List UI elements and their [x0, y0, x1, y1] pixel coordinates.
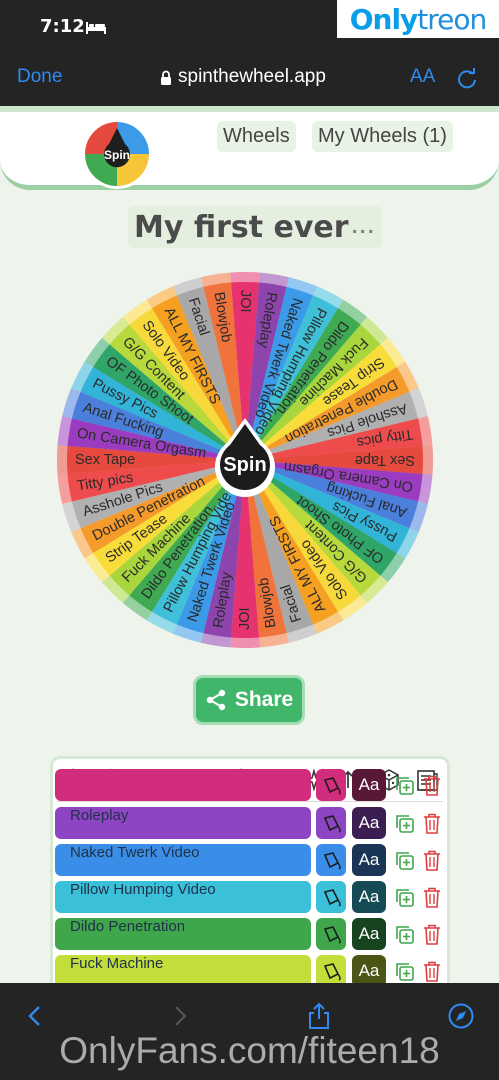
done-button[interactable]: Done: [17, 66, 62, 88]
share-icon[interactable]: [305, 1002, 333, 1030]
wheel-segment-label: Sex Tape: [75, 452, 135, 468]
paint-bucket-icon: [323, 889, 341, 907]
paint-bucket-button[interactable]: [316, 769, 346, 801]
font-style-button[interactable]: Aa: [352, 918, 386, 950]
entry-row: Naked Twerk Video Aa: [55, 844, 447, 876]
safari-address-bar: Done spinthewheel.app AA: [0, 56, 499, 106]
entry-text-field[interactable]: [55, 769, 311, 801]
trash-icon[interactable]: [423, 924, 441, 945]
trash-icon[interactable]: [423, 775, 441, 796]
trash-icon[interactable]: [423, 850, 441, 871]
watermark-only-text: Only: [349, 2, 419, 36]
entry-row: Roleplay Aa: [55, 807, 447, 839]
paint-bucket-button[interactable]: [316, 881, 346, 913]
spin-center-label: Spin: [223, 454, 266, 476]
url-field[interactable]: spinthewheel.app: [178, 66, 326, 88]
watermark-bottom: OnlyFans.com/fiteen18: [59, 1030, 440, 1071]
entries-editor-panel: ? AaRoleplayAaNaked Twerk VideoAaPillow …: [50, 756, 450, 996]
duplicate-icon[interactable]: [395, 776, 415, 796]
watermark-treon-text: treon: [417, 2, 487, 36]
share-button[interactable]: Share: [193, 675, 305, 725]
share-icon: [206, 689, 226, 711]
duplicate-icon[interactable]: [395, 925, 415, 945]
nav-my-wheels-link[interactable]: My Wheels (1): [312, 121, 453, 152]
forward-chevron-icon[interactable]: [165, 1002, 193, 1030]
paint-bucket-icon: [323, 777, 341, 795]
entry-text-field[interactable]: Dildo Penetration: [55, 918, 311, 950]
paint-bucket-button[interactable]: [316, 844, 346, 876]
wheel-segment-label: Sex Tape: [355, 452, 415, 468]
bed-icon: [86, 22, 106, 34]
duplicate-icon[interactable]: [395, 888, 415, 908]
trash-icon[interactable]: [423, 961, 441, 982]
paint-bucket-icon: [323, 852, 341, 870]
trash-icon[interactable]: [423, 813, 441, 834]
duplicate-icon[interactable]: [395, 962, 415, 982]
lock-icon: [161, 70, 171, 85]
font-style-button[interactable]: Aa: [352, 807, 386, 839]
paint-bucket-icon: [323, 815, 341, 833]
header-strip: [0, 106, 499, 112]
entry-row: Pillow Humping Video Aa: [55, 881, 447, 913]
editor-divider: [57, 801, 443, 802]
entry-text-field[interactable]: Pillow Humping Video: [55, 881, 311, 913]
paint-bucket-button[interactable]: [316, 918, 346, 950]
font-style-button[interactable]: Aa: [352, 881, 386, 913]
nav-wheels-link[interactable]: Wheels: [217, 121, 296, 152]
wheel-segment-label: JOI: [237, 290, 253, 313]
entry-row: Aa: [55, 769, 447, 801]
entry-text-field[interactable]: Roleplay: [55, 807, 311, 839]
wheel-title: My first ever: [134, 209, 349, 245]
text-size-button[interactable]: AA: [410, 66, 435, 88]
paint-bucket-icon: [323, 926, 341, 944]
font-style-button[interactable]: Aa: [352, 769, 386, 801]
share-label: Share: [234, 688, 294, 711]
reload-icon[interactable]: [456, 68, 478, 90]
wheel-segment-label: JOI: [237, 607, 253, 630]
back-chevron-icon[interactable]: [22, 1002, 50, 1030]
wheel-title-box[interactable]: My first ever ...: [128, 206, 382, 248]
duplicate-icon[interactable]: [395, 814, 415, 834]
spin-wheel[interactable]: JOI RoleplayNaked Twerk VideoPillow Humpi…: [55, 270, 435, 650]
compass-icon[interactable]: [447, 1002, 475, 1030]
site-logo[interactable]: Spin: [79, 114, 155, 190]
wheel-title-ellipsis: ...: [351, 217, 376, 237]
font-style-button[interactable]: Aa: [352, 844, 386, 876]
status-time: 7:12: [40, 16, 85, 37]
entry-row: Dildo Penetration Aa: [55, 918, 447, 950]
duplicate-icon[interactable]: [395, 851, 415, 871]
entry-text-field[interactable]: Naked Twerk Video: [55, 844, 311, 876]
watermark-logo: Only treon: [337, 0, 499, 38]
paint-bucket-button[interactable]: [316, 807, 346, 839]
trash-icon[interactable]: [423, 887, 441, 908]
site-logo-label: Spin: [104, 148, 130, 162]
